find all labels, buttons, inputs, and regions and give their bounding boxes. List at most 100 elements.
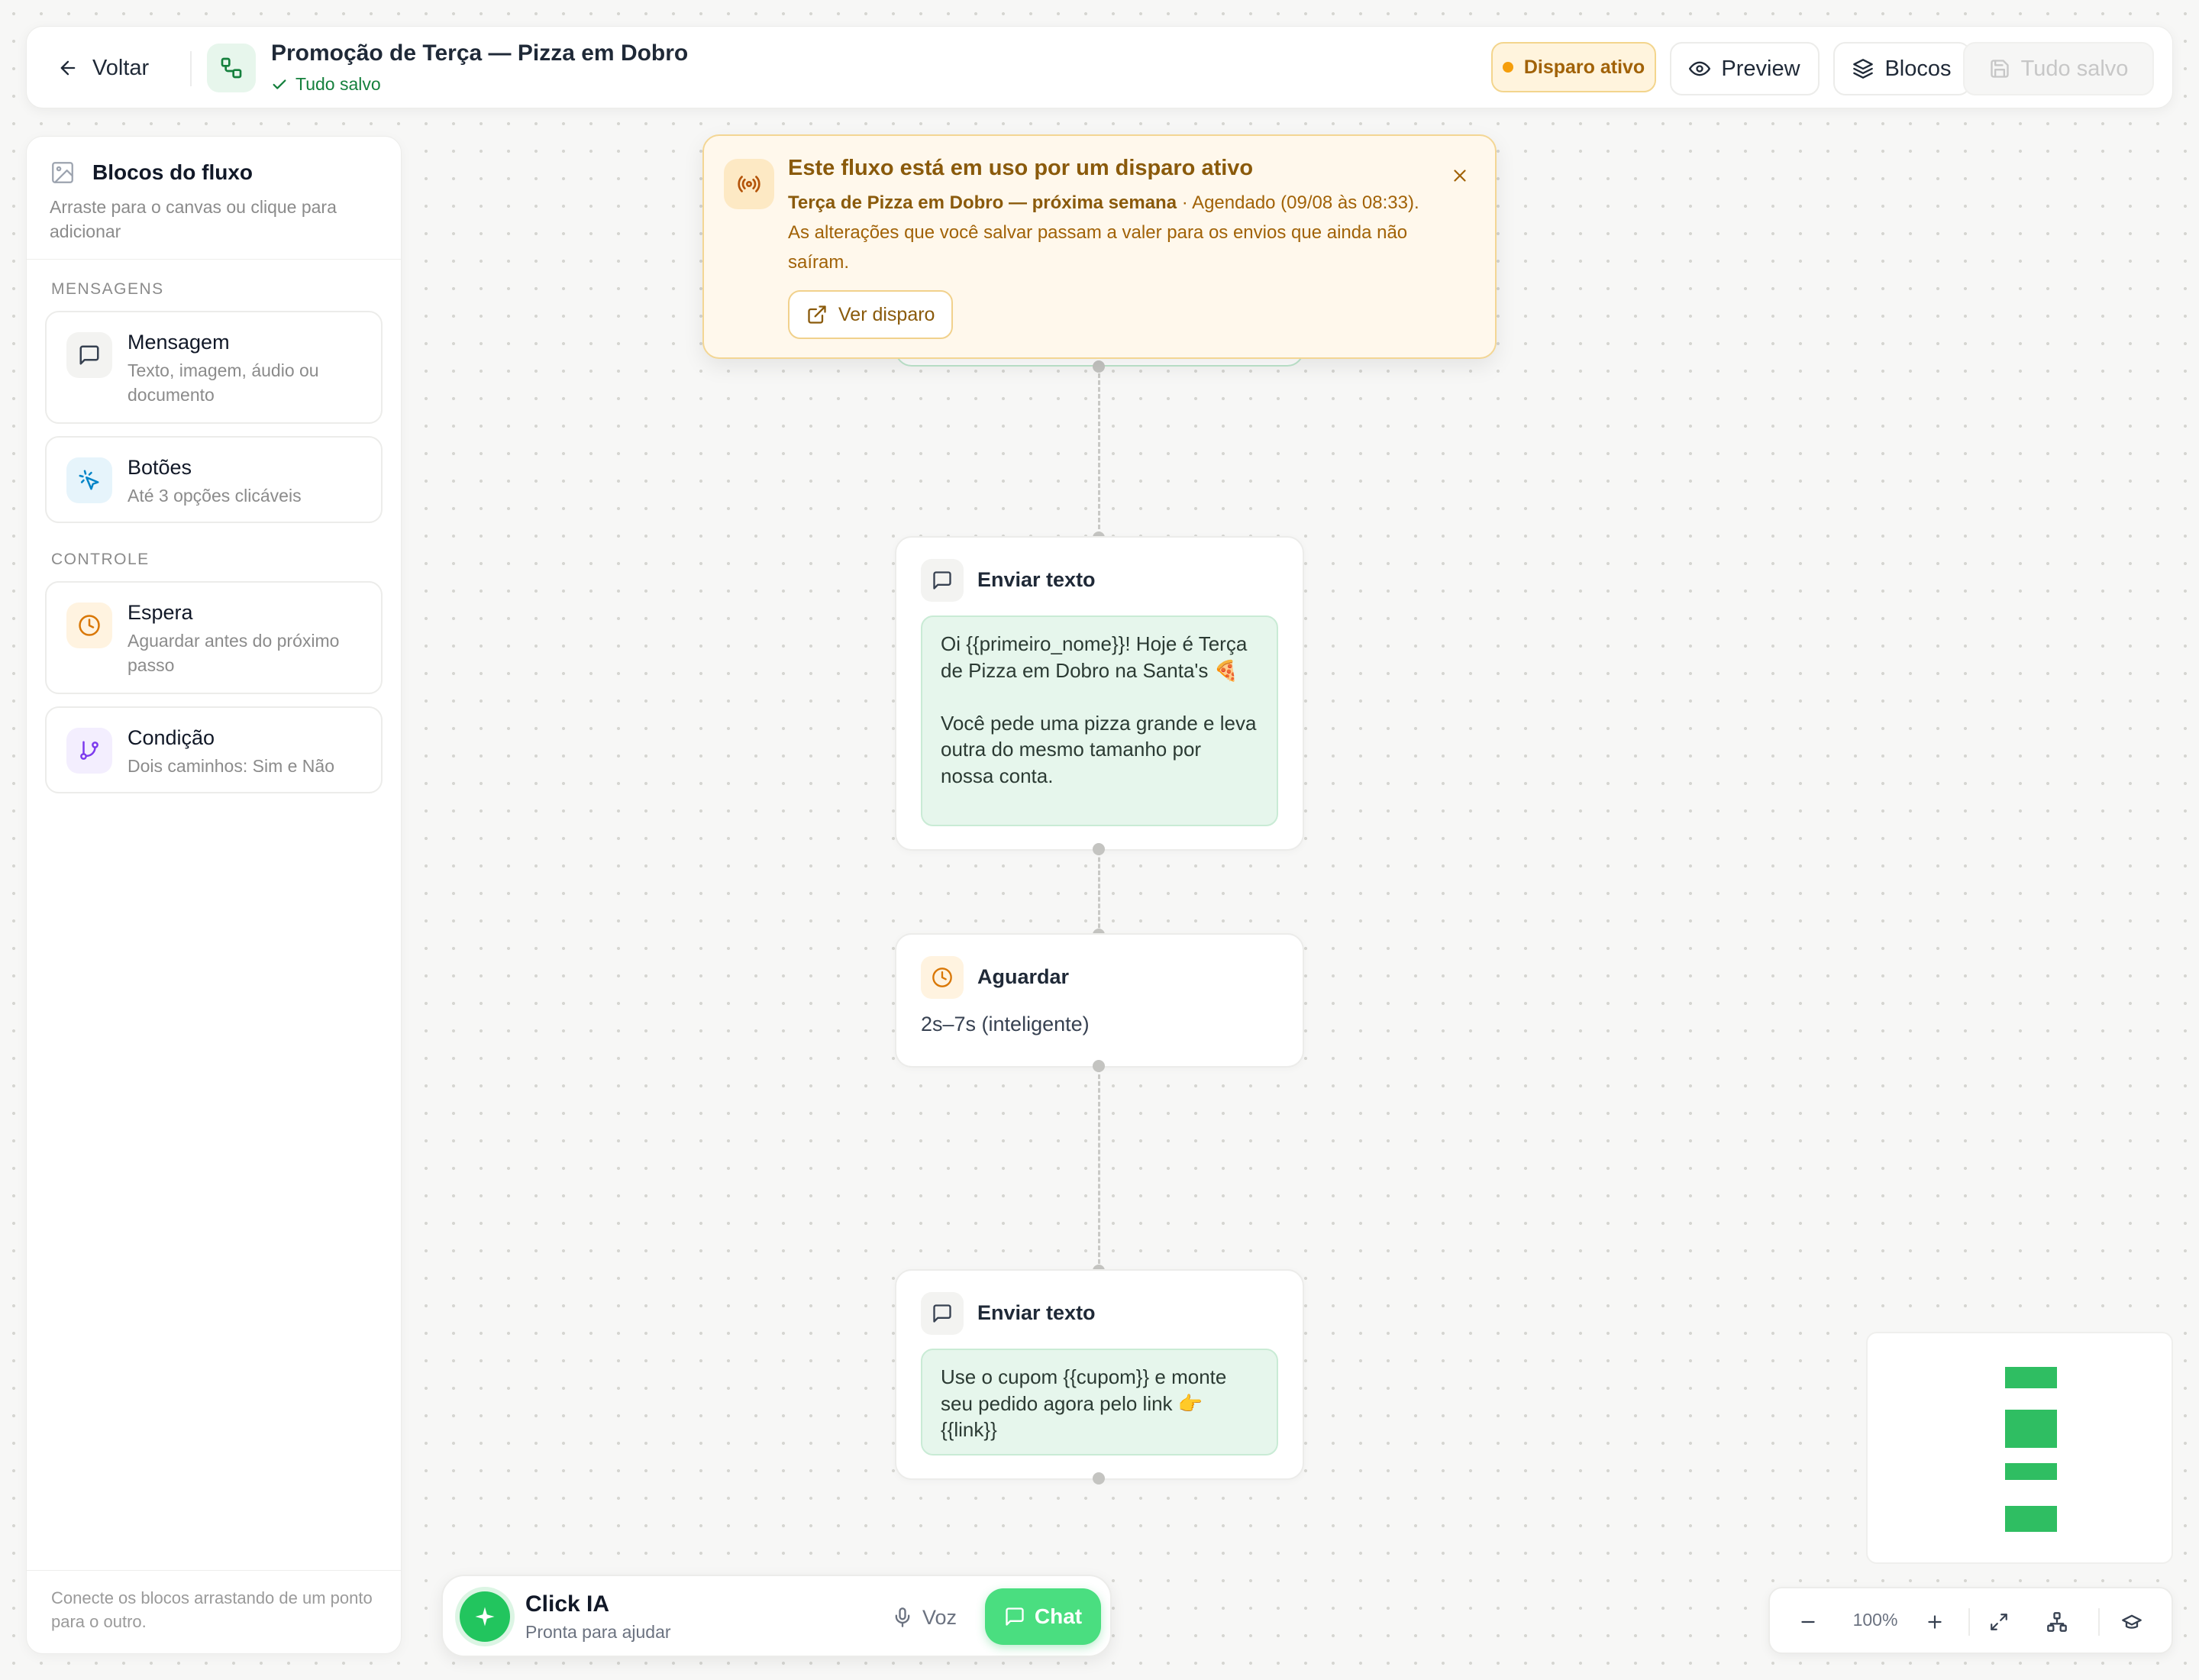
section-label-controle: CONTROLE: [51, 551, 150, 568]
chat-button[interactable]: Chat: [985, 1588, 1101, 1645]
send-text-node[interactable]: Enviar texto Use o cupom {{cupom}} e mon…: [895, 1269, 1304, 1480]
block-description: Dois caminhos: Sim e Não: [128, 756, 334, 776]
clock-icon: [66, 603, 112, 648]
banner-text: Terça de Pizza em Dobro — próxima semana…: [788, 188, 1437, 277]
node-title: Enviar texto: [977, 1301, 1096, 1324]
sidebar-title: Blocos do fluxo: [50, 160, 383, 186]
chat-button-label: Chat: [1034, 1604, 1083, 1628]
connector-line: [1098, 1068, 1100, 1271]
view-dispatch-button[interactable]: Ver disparo: [788, 290, 954, 339]
save-button-label: Tudo salvo: [2020, 56, 2129, 81]
fit-view-button[interactable]: [1984, 1607, 2014, 1637]
block-title: Espera: [128, 601, 193, 624]
top-bar: Voltar Promoção de Terça — Pizza em Dobr…: [26, 26, 2173, 108]
save-status: Tudo salvo: [271, 74, 381, 95]
chat-bubble-icon: [1004, 1606, 1025, 1627]
block-description: Aguardar antes do próximo passo: [128, 631, 340, 675]
blocks-button-label: Blocos: [1884, 56, 1952, 81]
voice-button-label: Voz: [922, 1605, 957, 1629]
preview-button-label: Preview: [1721, 56, 1800, 81]
minimap-node: [2005, 1367, 2057, 1388]
active-dispatch-banner: Este fluxo está em uso por um disparo at…: [702, 134, 1497, 359]
message-bubble: Use o cupom {{cupom}} e monte seu pedido…: [921, 1349, 1278, 1455]
block-title: Mensagem: [128, 331, 230, 354]
block-card-mensagem[interactable]: Mensagem Texto, imagem, áudio ou documen…: [45, 311, 383, 424]
preview-button[interactable]: Preview: [1670, 42, 1820, 95]
block-card-condicao[interactable]: Condição Dois caminhos: Sim e Não: [45, 706, 383, 793]
voice-button[interactable]: Voz: [892, 1596, 957, 1639]
git-branch-icon: [66, 728, 112, 774]
assistant-status: Pronta para ajudar: [525, 1622, 671, 1642]
campaign-name: Terça de Pizza em Dobro — próxima semana: [788, 192, 1177, 213]
tutorial-button[interactable]: [2117, 1607, 2147, 1637]
assistant-name: Click IA: [525, 1591, 610, 1617]
zoom-in-button[interactable]: [1920, 1607, 1950, 1637]
active-dispatch-badge[interactable]: Disparo ativo: [1491, 42, 1656, 92]
plus-icon: [1925, 1612, 1945, 1632]
auto-layout-button[interactable]: [2042, 1607, 2072, 1637]
view-dispatch-label: Ver disparo: [838, 303, 935, 325]
back-button[interactable]: Voltar: [57, 50, 149, 86]
minimap-node: [2005, 1506, 2057, 1532]
message-square-icon: [921, 1292, 964, 1335]
broadcast-icon: [724, 159, 774, 209]
node-title: Aguardar: [977, 965, 1070, 988]
blocks-button[interactable]: Blocos: [1833, 42, 1971, 95]
ai-assistant-bar: Click IA Pronta para ajudar Voz Chat: [441, 1575, 1112, 1657]
pointer-click-icon: [66, 457, 112, 503]
broken-image-icon: [50, 160, 76, 186]
zoom-out-button[interactable]: [1793, 1607, 1823, 1637]
arrow-left-icon: [57, 57, 79, 79]
banner-title: Este fluxo está em uso por um disparo at…: [788, 156, 1254, 180]
sidebar-footer-hint: Conecte os blocos arrastando de um ponto…: [51, 1588, 373, 1631]
block-card-espera[interactable]: Espera Aguardar antes do próximo passo: [45, 581, 383, 694]
minimap-viewport: [1875, 1341, 2164, 1555]
output-handle[interactable]: [1093, 360, 1105, 373]
save-icon: [1989, 58, 2010, 79]
message-square-icon: [921, 559, 964, 602]
check-icon: [271, 76, 288, 93]
active-dispatch-label: Disparo ativo: [1523, 56, 1645, 78]
close-icon[interactable]: [1446, 162, 1474, 189]
blocks-sidebar: Blocos do fluxo Arraste para o canvas ou…: [26, 136, 402, 1654]
save-status-label: Tudo salvo: [295, 74, 381, 94]
minimap-node: [2005, 1410, 2057, 1448]
save-button[interactable]: Tudo salvo: [1963, 42, 2154, 95]
divider: [27, 259, 401, 260]
sidebar-header: Blocos do fluxo Arraste para o canvas ou…: [50, 160, 383, 244]
block-title: Botões: [128, 456, 192, 479]
message-bubble: Oi {{primeiro_nome}}! Hoje é Terça de Pi…: [921, 615, 1278, 826]
block-title: Condição: [128, 726, 215, 749]
send-text-node[interactable]: Enviar texto Oi {{primeiro_nome}}! Hoje …: [895, 536, 1304, 851]
sparkle-icon[interactable]: [460, 1591, 510, 1642]
section-label-mensagens: MENSAGENS: [51, 280, 164, 298]
divider: [2098, 1608, 2100, 1636]
external-link-icon: [806, 304, 828, 325]
divider: [190, 51, 192, 86]
clock-icon: [921, 956, 964, 999]
status-dot: [1502, 62, 1513, 73]
back-button-label: Voltar: [92, 55, 150, 80]
page-title: Promoção de Terça — Pizza em Dobro: [271, 40, 689, 66]
wait-node[interactable]: Aguardar 2s–7s (inteligente): [895, 933, 1304, 1068]
block-card-botoes[interactable]: Botões Até 3 opções clicáveis: [45, 436, 383, 523]
block-description: Texto, imagem, áudio ou documento: [128, 360, 319, 405]
microphone-icon: [892, 1607, 913, 1628]
eye-icon: [1689, 58, 1711, 79]
minimap-node: [2005, 1463, 2057, 1480]
sidebar-title-text: Blocos do fluxo: [92, 160, 253, 184]
minus-icon: [1798, 1612, 1818, 1632]
maximize-icon: [1989, 1612, 2009, 1632]
minimap[interactable]: [1866, 1332, 2173, 1564]
divider: [27, 1570, 401, 1571]
divider: [1968, 1608, 1970, 1636]
wait-duration: 2s–7s (inteligente): [921, 1013, 1090, 1035]
output-handle[interactable]: [1093, 843, 1105, 855]
block-description: Até 3 opções clicáveis: [128, 486, 302, 506]
output-handle[interactable]: [1093, 1472, 1105, 1485]
zoom-level: 100%: [1852, 1610, 1898, 1630]
output-handle[interactable]: [1093, 1060, 1105, 1072]
sidebar-subtitle: Arraste para o canvas ou clique para adi…: [50, 197, 337, 241]
graduation-cap-icon: [2121, 1611, 2142, 1633]
network-icon: [2046, 1611, 2068, 1633]
